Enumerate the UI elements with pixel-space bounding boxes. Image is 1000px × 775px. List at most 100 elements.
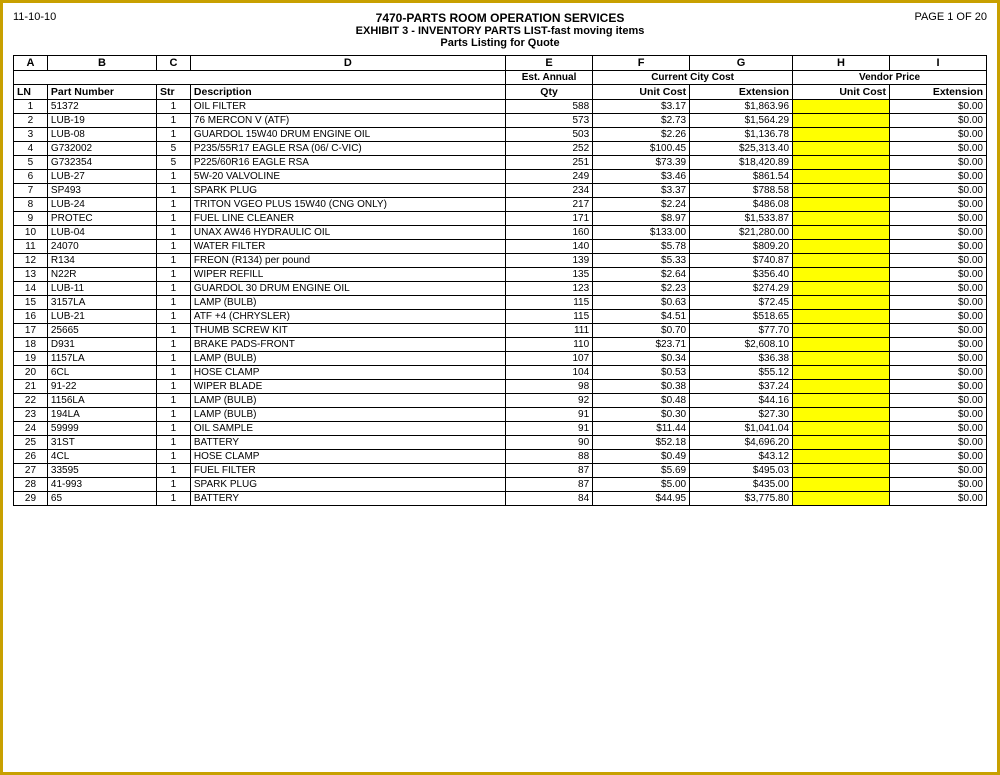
str-cell: 1 — [156, 408, 190, 422]
ext-cell: $518.65 — [690, 310, 793, 324]
unit-cost-cell: $5.78 — [593, 240, 690, 254]
vendor-unit-cell — [793, 492, 890, 506]
ext-cell: $72.45 — [690, 296, 793, 310]
unit-cost-cell: $2.64 — [593, 268, 690, 282]
vendor-unit-cell — [793, 422, 890, 436]
ext-cell: $809.20 — [690, 240, 793, 254]
part-cell: 33595 — [47, 464, 156, 478]
table-row: 13N22R1WIPER REFILL135$2.64$356.40$0.00 — [14, 268, 987, 282]
table-row: 206CL1HOSE CLAMP104$0.53$55.12$0.00 — [14, 366, 987, 380]
qty-cell: 251 — [505, 156, 592, 170]
desc-cell: GUARDOL 30 DRUM ENGINE OIL — [190, 282, 505, 296]
desc-col-header: Description — [190, 85, 505, 100]
unit-cost-cell: $4.51 — [593, 310, 690, 324]
col-d-header: D — [190, 56, 505, 71]
qty-cell: 573 — [505, 114, 592, 128]
table-row: 3LUB-081GUARDOL 15W40 DRUM ENGINE OIL503… — [14, 128, 987, 142]
ext-cell: $2,608.10 — [690, 338, 793, 352]
unit-cost-cell: $0.30 — [593, 408, 690, 422]
ext-cell: $740.87 — [690, 254, 793, 268]
vendor-unit-cell — [793, 254, 890, 268]
vendor-unit-cell — [793, 128, 890, 142]
str-cell: 1 — [156, 128, 190, 142]
vendor-unit-cell — [793, 100, 890, 114]
ext-cell: $25,313.40 — [690, 142, 793, 156]
ext-cell: $55.12 — [690, 366, 793, 380]
desc-cell: TRITON VGEO PLUS 15W40 (CNG ONLY) — [190, 198, 505, 212]
vendor-unit-cell — [793, 450, 890, 464]
str-cell: 1 — [156, 366, 190, 380]
qty-cell: 115 — [505, 296, 592, 310]
desc-cell: LAMP (BULB) — [190, 408, 505, 422]
part-cell: G732354 — [47, 156, 156, 170]
ext-cell: $36.38 — [690, 352, 793, 366]
ln-cell: 23 — [14, 408, 48, 422]
unit-cost-col-header: Unit Cost — [593, 85, 690, 100]
ext-cell: $274.29 — [690, 282, 793, 296]
qty-cell: 140 — [505, 240, 592, 254]
header-page: PAGE 1 OF 20 — [914, 11, 987, 23]
vendor-unit-cell — [793, 198, 890, 212]
desc-cell: BATTERY — [190, 436, 505, 450]
title-parts: Parts Listing for Quote — [13, 37, 987, 49]
vendor-ext-cell: $0.00 — [889, 436, 986, 450]
ext-cell: $43.12 — [690, 450, 793, 464]
str-cell: 1 — [156, 478, 190, 492]
vendor-ext-cell: $0.00 — [889, 254, 986, 268]
table-row: 16LUB-211ATF +4 (CHRYSLER)115$4.51$518.6… — [14, 310, 987, 324]
extension-col-header: Extension — [690, 85, 793, 100]
vendor-ext-cell: $0.00 — [889, 296, 986, 310]
vendor-ext-cell: $0.00 — [889, 450, 986, 464]
vendor-ext-cell: $0.00 — [889, 240, 986, 254]
desc-cell: OIL SAMPLE — [190, 422, 505, 436]
part-cell: PROTEC — [47, 212, 156, 226]
unit-cost-cell: $3.37 — [593, 184, 690, 198]
vendor-ext-cell: $0.00 — [889, 324, 986, 338]
table-row: 18D9311BRAKE PADS-FRONT110$23.71$2,608.1… — [14, 338, 987, 352]
vendor-unit-cell — [793, 464, 890, 478]
desc-cell: OIL FILTER — [190, 100, 505, 114]
desc-cell: 76 MERCON V (ATF) — [190, 114, 505, 128]
ext-cell: $77.70 — [690, 324, 793, 338]
ln-cell: 15 — [14, 296, 48, 310]
vendor-ext-cell: $0.00 — [889, 380, 986, 394]
table-row: 2191-221WIPER BLADE98$0.38$37.24$0.00 — [14, 380, 987, 394]
ext-cell: $1,564.29 — [690, 114, 793, 128]
table-row: 6LUB-2715W-20 VALVOLINE249$3.46$861.54$0… — [14, 170, 987, 184]
vendor-unit-cell — [793, 408, 890, 422]
ln-cell: 2 — [14, 114, 48, 128]
str-cell: 1 — [156, 198, 190, 212]
str-cell: 1 — [156, 436, 190, 450]
desc-cell: BRAKE PADS-FRONT — [190, 338, 505, 352]
table-row: 2LUB-19176 MERCON V (ATF)573$2.73$1,564.… — [14, 114, 987, 128]
vendor-unit-cell — [793, 226, 890, 240]
unit-cost-cell: $2.73 — [593, 114, 690, 128]
qty-cell: 98 — [505, 380, 592, 394]
qty-cell: 171 — [505, 212, 592, 226]
ln-cell: 10 — [14, 226, 48, 240]
ln-cell: 18 — [14, 338, 48, 352]
ln-cell: 21 — [14, 380, 48, 394]
title-sub: EXHIBIT 3 - INVENTORY PARTS LIST-fast mo… — [13, 25, 987, 37]
vendor-ext-cell: $0.00 — [889, 198, 986, 212]
desc-cell: P225/60R16 EAGLE RSA — [190, 156, 505, 170]
table-row: 14LUB-111GUARDOL 30 DRUM ENGINE OIL123$2… — [14, 282, 987, 296]
qty-cell: 84 — [505, 492, 592, 506]
part-cell: N22R — [47, 268, 156, 282]
ln-cell: 16 — [14, 310, 48, 324]
desc-cell: THUMB SCREW KIT — [190, 324, 505, 338]
table-row: 221156LA1LAMP (BULB)92$0.48$44.16$0.00 — [14, 394, 987, 408]
vendor-unit-cell — [793, 184, 890, 198]
title-main: 7470-PARTS ROOM OPERATION SERVICES — [13, 11, 987, 25]
qty-cell: 135 — [505, 268, 592, 282]
vendor-ext-cell: $0.00 — [889, 184, 986, 198]
qty-cell: 217 — [505, 198, 592, 212]
vendor-ext-cell: $0.00 — [889, 338, 986, 352]
part-cell: 91-22 — [47, 380, 156, 394]
qty-cell: 115 — [505, 310, 592, 324]
group-headers-row: Est. Annual Current City Cost Vendor Pri… — [14, 71, 987, 85]
ln-cell: 6 — [14, 170, 48, 184]
str-cell: 1 — [156, 226, 190, 240]
vendor-ext-cell: $0.00 — [889, 478, 986, 492]
part-number-col-header: Part Number — [47, 85, 156, 100]
